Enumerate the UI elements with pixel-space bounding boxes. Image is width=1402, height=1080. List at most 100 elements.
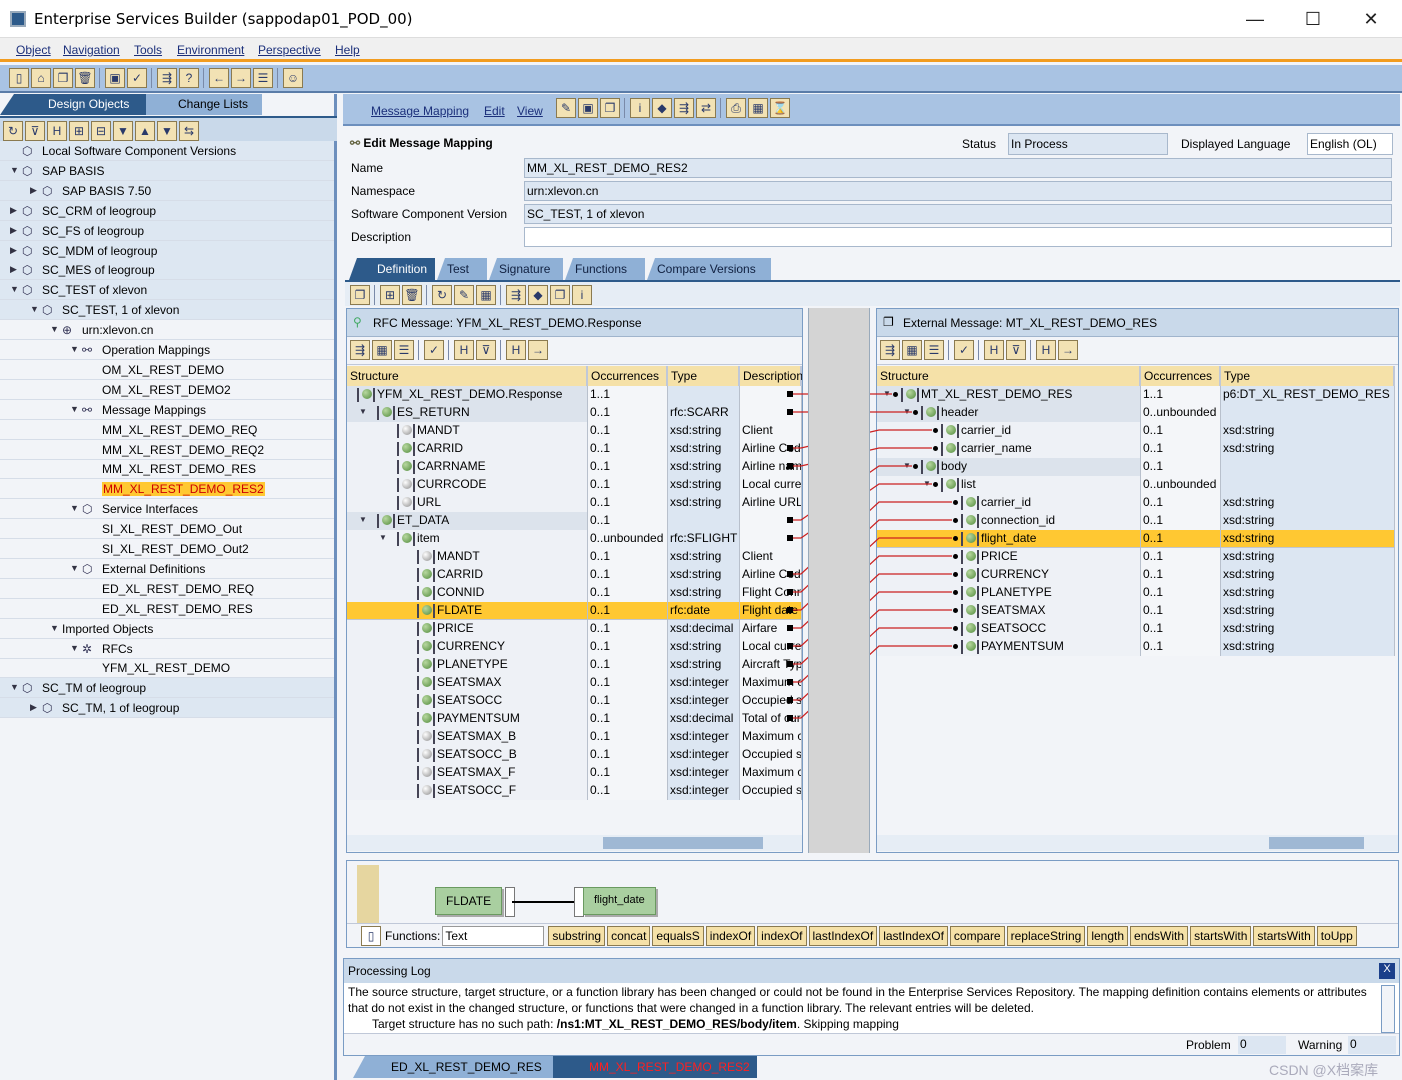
column-header-description[interactable]: Description (740, 366, 802, 386)
field-namespace[interactable]: urn:xlevon.cn (524, 181, 1392, 201)
column-header-occurrences[interactable]: Occurrences (1141, 366, 1221, 386)
funnel-icon[interactable]: ▼ (157, 121, 177, 141)
function-button-replacestring[interactable]: replaceString (1006, 926, 1086, 946)
column-header-occurrences[interactable]: Occurrences (588, 366, 668, 386)
tab-functions[interactable]: Functions (565, 258, 645, 280)
find-icon[interactable]: H (47, 121, 67, 141)
tab-signature[interactable]: Signature (489, 258, 563, 280)
editor-menu-0[interactable]: Message Mapping (371, 104, 469, 118)
chevron-down-icon[interactable]: ▼ (359, 515, 367, 524)
editor-menu-2[interactable]: View (517, 104, 543, 118)
tree-item[interactable]: ▼ Imported Objects (0, 619, 334, 639)
close-log-button[interactable]: X (1379, 963, 1395, 979)
table-row[interactable]: MANDT 0..1 xsd:string Client (347, 548, 802, 566)
delete-icon[interactable]: 🗑 (75, 68, 95, 88)
delete-icon[interactable]: 🗑 (402, 285, 422, 305)
chevron-down-icon[interactable]: ▼ (883, 389, 891, 398)
edit-icon[interactable]: ✎ (556, 98, 576, 118)
function-button-endswith[interactable]: endsWith (1130, 926, 1189, 946)
refresh-icon[interactable]: ↻ (432, 285, 452, 305)
tree-item[interactable]: OM_XL_REST_DEMO (0, 360, 334, 380)
list-icon[interactable]: ☰ (394, 340, 414, 360)
field-software-component-version[interactable]: SC_TEST, 1 of xlevon (524, 204, 1392, 224)
edit-icon[interactable]: ✎ (454, 285, 474, 305)
editor-tab-external-definition[interactable]: ED_XL_REST_DEMO_RES (353, 1056, 553, 1078)
filter-icon[interactable]: ⊽ (25, 121, 45, 141)
tree-item[interactable]: MM_XL_REST_DEMO_RES (0, 459, 334, 480)
menu-environment[interactable]: Environment (177, 43, 244, 57)
info-icon[interactable]: i (572, 285, 592, 305)
back-icon[interactable]: ← (209, 68, 229, 88)
table-row[interactable]: FLDATE 0..1 rfc:date Flight date (347, 602, 802, 620)
chevron-right-icon[interactable]: ▶ (10, 245, 17, 256)
save-icon[interactable]: ▣ (105, 68, 125, 88)
tree-item[interactable]: ▼ ⬡ SAP BASIS (0, 160, 334, 181)
filter-icon[interactable]: ⊽ (1006, 340, 1026, 360)
table-row[interactable]: ▼ ET_DATA 0..1 (347, 512, 802, 530)
table-row[interactable]: CONNID 0..1 xsd:string Flight Connection (347, 584, 802, 602)
chevron-down-icon[interactable]: ▼ (70, 344, 79, 354)
table-icon[interactable]: ▦ (902, 340, 922, 360)
navigate-icon[interactable]: ⇶ (157, 68, 177, 88)
find-icon[interactable]: H (984, 340, 1004, 360)
copy-icon[interactable]: ❐ (350, 285, 370, 305)
function-button-lastindexof[interactable]: lastIndexOf (879, 926, 948, 946)
chevron-down-icon[interactable]: ▼ (50, 623, 59, 633)
field-name[interactable]: MM_XL_REST_DEMO_RES2 (524, 158, 1392, 178)
chevron-right-icon[interactable]: ▶ (10, 225, 17, 236)
open-icon[interactable]: ⌂ (31, 68, 51, 88)
navigate-icon[interactable]: ⇶ (674, 98, 694, 118)
sync-icon[interactable]: ⇆ (179, 121, 199, 141)
table-row[interactable]: CURRENCY 0..1 xsd:string (877, 566, 1395, 584)
table-row[interactable]: PLANETYPE 0..1 xsd:string (877, 584, 1395, 602)
tree-item[interactable]: ▼ ✲ RFCs (0, 639, 334, 659)
table-row[interactable]: SEATSOCC 0..1 xsd:string (877, 620, 1395, 638)
chevron-down-icon[interactable]: ▼ (923, 479, 931, 488)
tree-item[interactable]: ▼ ⬡ SC_TM of leogroup (0, 678, 334, 699)
tree-item[interactable]: OM_XL_REST_DEMO2 (0, 380, 334, 400)
up-icon[interactable]: ▲ (135, 121, 155, 141)
list-icon[interactable]: ☰ (253, 68, 273, 88)
table-row[interactable]: SEATSOCC_B 0..1 xsd:integer Occupied seats (347, 746, 802, 764)
table-row[interactable]: CURRENCY 0..1 xsd:string Local currency (347, 638, 802, 656)
table-row[interactable]: CARRID 0..1 xsd:string Airline Code (347, 440, 802, 458)
tree-item[interactable]: ▼ ⬡ SC_TEST of xlevon (0, 280, 334, 301)
table-row[interactable]: ▼YFM_XL_REST_DEMO.Response1..1 (347, 386, 802, 404)
column-header-type[interactable]: Type (1221, 366, 1395, 386)
chevron-down-icon[interactable]: ▼ (70, 503, 79, 513)
menu-tools[interactable]: Tools (134, 43, 162, 57)
table-row[interactable]: CURRCODE 0..1 xsd:string Local currency (347, 476, 802, 494)
chevron-down-icon[interactable]: ▼ (903, 461, 911, 470)
tree-item[interactable]: SI_XL_REST_DEMO_Out (0, 519, 334, 540)
tree-item[interactable]: MM_XL_REST_DEMO_REQ2 (0, 440, 334, 460)
table-icon[interactable]: ▦ (476, 285, 496, 305)
chevron-down-icon[interactable]: ▼ (50, 324, 59, 334)
menu-help[interactable]: Help (335, 43, 360, 57)
tree-item[interactable]: ED_XL_REST_DEMO_REQ (0, 579, 334, 599)
column-header-structure[interactable]: Structure (347, 366, 588, 386)
target-horizontal-scrollbar[interactable] (877, 835, 1398, 851)
table-row[interactable]: SEATSOCC 0..1 xsd:integer Occupied seats (347, 692, 802, 710)
copy-icon[interactable]: ❐ (53, 68, 73, 88)
table-row[interactable]: ▼ item 0..unbounded rfc:SFLIGHT (347, 530, 802, 548)
table-row[interactable]: ▼ list 0..unbounded (877, 476, 1395, 494)
menu-navigation[interactable]: Navigation (63, 43, 120, 57)
table-row[interactable]: PAYMENTSUM 0..1 xsd:decimal Total of curren… (347, 710, 802, 728)
tree-item[interactable]: MM_XL_REST_DEMO_REQ (0, 420, 334, 440)
tree-item[interactable]: SI_XL_REST_DEMO_Out2 (0, 539, 334, 559)
table-row[interactable]: SEATSOCC_F 0..1 xsd:integer Occupied seats (347, 782, 802, 800)
history-icon[interactable]: ⌛ (770, 98, 790, 118)
log-scrollbar[interactable] (1381, 985, 1395, 1033)
function-button-startswith[interactable]: startsWith (1253, 926, 1315, 946)
tree-item[interactable]: MM_XL_REST_DEMO_RES2 (0, 479, 334, 500)
navigate-icon[interactable]: ⇶ (350, 340, 370, 360)
new-icon[interactable]: ▯ (9, 68, 29, 88)
tree-item[interactable]: ▶ ⬡ SC_MDM of leogroup (0, 240, 334, 261)
table-row[interactable]: MANDT 0..1 xsd:string Client (347, 422, 802, 440)
save-icon[interactable]: ▣ (578, 98, 598, 118)
table-row[interactable]: URL 0..1 xsd:string Airline URL (347, 494, 802, 512)
tree-item[interactable]: ⬡ Local Software Component Versions (0, 141, 334, 161)
chevron-down-icon[interactable]: ▼ (903, 407, 911, 416)
chevron-right-icon[interactable]: ▶ (30, 702, 37, 713)
chevron-down-icon[interactable]: ▼ (379, 533, 387, 542)
